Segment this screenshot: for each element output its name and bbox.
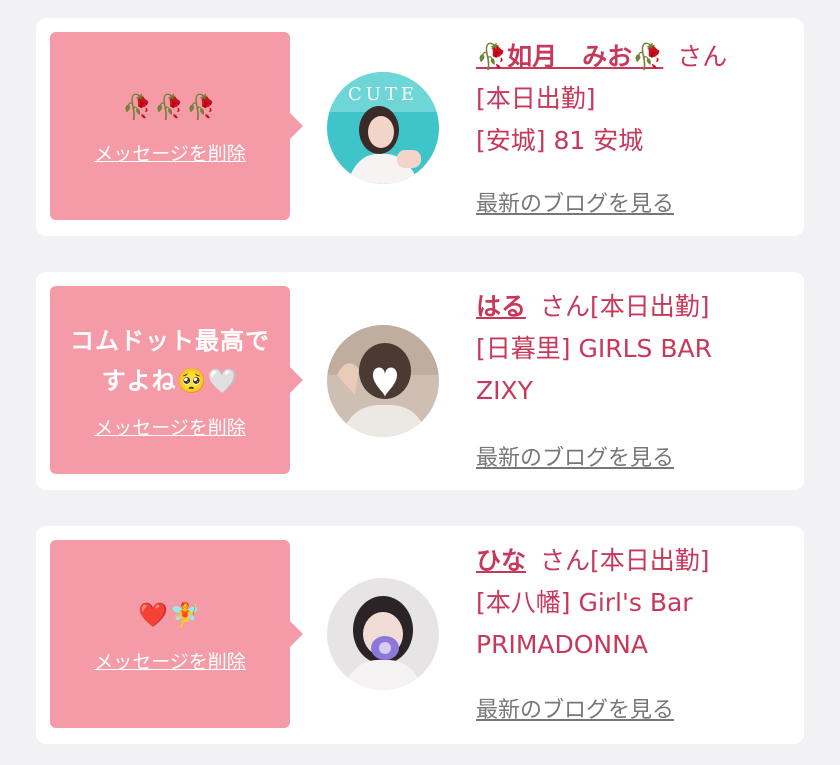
message-card: ❤️🧚 メッセージを削除 ひな さん[本日出勤] [本八幡] Girl's Bar… xyxy=(36,526,804,744)
avatar[interactable]: CUTE xyxy=(327,72,439,184)
message-list: 🥀🥀🥀 メッセージを削除 CUTE 🥀如月 みお🥀 さん [本日出勤] [安城] … xyxy=(0,0,840,765)
shop-name: [日暮里] GIRLS BAR xyxy=(476,334,712,363)
girl-name-link[interactable]: 🥀如月 みお🥀 xyxy=(476,42,663,71)
message-text: コムドット最高ですよね🥺🤍 xyxy=(70,326,270,395)
name-suffix: さん xyxy=(677,42,728,71)
shop-name-continued: PRIMADONNA xyxy=(476,630,648,659)
delete-message-link[interactable]: メッセージを削除 xyxy=(94,647,246,674)
latest-blog-link[interactable]: 最新のブログを見る xyxy=(476,186,674,218)
profile-photo-icon xyxy=(327,578,439,690)
name-suffix: さん[本日出勤] xyxy=(540,292,710,321)
girl-info: 🥀如月 みお🥀 さん [本日出勤] [安城] 81 安城 xyxy=(476,36,796,162)
shop-name: [本八幡] Girl's Bar xyxy=(476,588,693,617)
work-status: [本日出勤] xyxy=(476,84,596,113)
message-text: ❤️🧚 xyxy=(138,600,202,629)
profile-photo-icon xyxy=(327,325,439,437)
shop-name-continued: ZIXY xyxy=(476,376,533,405)
message-card: コムドット最高ですよね🥺🤍 メッセージを削除 はる さん[本日出勤] [日暮里] … xyxy=(36,272,804,490)
message-bubble: コムドット最高ですよね🥺🤍 メッセージを削除 xyxy=(50,286,303,474)
girl-name-link[interactable]: はる xyxy=(476,292,526,321)
avatar[interactable] xyxy=(327,325,439,437)
name-suffix: さん[本日出勤] xyxy=(540,546,710,575)
girl-name-link[interactable]: ひな xyxy=(476,546,526,575)
girl-info: ひな さん[本日出勤] [本八幡] Girl's Bar PRIMADONNA xyxy=(476,540,796,666)
delete-message-link[interactable]: メッセージを削除 xyxy=(94,139,246,166)
shop-name: [安城] 81 安城 xyxy=(476,126,644,155)
avatar[interactable] xyxy=(327,578,439,690)
latest-blog-link[interactable]: 最新のブログを見る xyxy=(476,440,674,472)
message-text: 🥀🥀🥀 xyxy=(122,92,218,121)
avatar-watermark: CUTE xyxy=(348,84,418,105)
girl-info: はる さん[本日出勤] [日暮里] GIRLS BAR ZIXY xyxy=(476,286,796,412)
latest-blog-link[interactable]: 最新のブログを見る xyxy=(476,692,674,724)
message-card: 🥀🥀🥀 メッセージを削除 CUTE 🥀如月 みお🥀 さん [本日出勤] [安城] … xyxy=(36,18,804,236)
message-bubble: 🥀🥀🥀 メッセージを削除 xyxy=(50,32,303,220)
profile-photo-icon: CUTE xyxy=(327,72,439,184)
message-bubble: ❤️🧚 メッセージを削除 xyxy=(50,540,303,728)
delete-message-link[interactable]: メッセージを削除 xyxy=(94,413,246,440)
